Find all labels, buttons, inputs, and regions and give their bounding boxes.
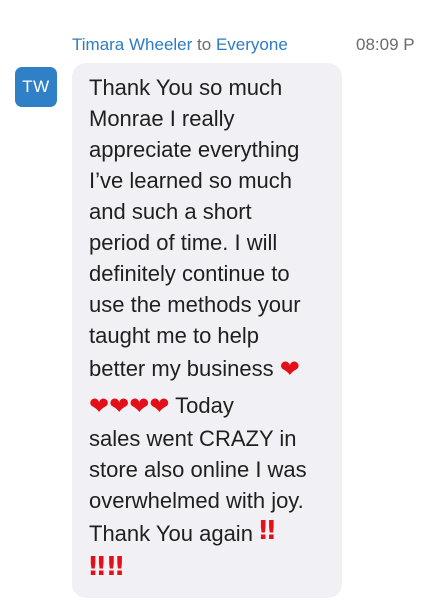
message-line: sales went CRAZY in [89,426,297,451]
message-line: taught me to help [89,323,260,348]
recipient-name[interactable]: Everyone [216,35,288,54]
message-header: Timara Wheeler to Everyone 08:09 P [72,34,442,56]
message-bubble: Thank You so much Monrae I really apprec… [72,63,342,598]
red-heart-emoji: ❤ [109,392,130,420]
message-line-text: Today [175,393,234,418]
message-line: period of time. I will [89,230,278,255]
red-heart-emoji: ❤ [149,392,170,420]
double-exclamation-emoji: ‼ [259,516,275,546]
message-line: store also online I was [89,457,307,482]
message-line-with-emoji: ‼ ‼ [89,552,330,588]
red-heart-emoji: ❤ [129,392,150,420]
message-line: and such a short [89,199,252,224]
avatar[interactable]: TW [15,67,57,107]
to-label: to [197,35,212,54]
message-line-text: Thank You again [89,521,253,546]
message-line: Monrae I really [89,106,235,131]
message-line-text: better my business [89,356,274,381]
double-exclamation-emoji: ‼ [89,552,105,582]
message-line: appreciate everything [89,137,300,162]
message-timestamp: 08:09 P [356,35,415,54]
red-heart-emoji: ❤ [279,355,300,383]
message-line-with-emoji: Thank You again ‼ [89,516,330,552]
message-line: definitely continue to [89,261,290,286]
double-exclamation-emoji: ‼ [107,552,123,582]
message-line-with-emoji: ❤❤❤❤ Today [89,387,330,423]
chat-area: Timara Wheeler to Everyone 08:09 P TW Th… [0,0,442,606]
red-heart-emoji: ❤ [89,392,110,420]
message-line-with-emoji: better my business ❤ [89,351,330,387]
message-line: use the methods your [89,292,301,317]
message-line: overwhelmed with joy. [89,488,304,513]
sender-name[interactable]: Timara Wheeler [72,35,192,54]
message-line: I’ve learned so much [89,168,292,193]
message-line: Thank You so much [89,75,283,100]
